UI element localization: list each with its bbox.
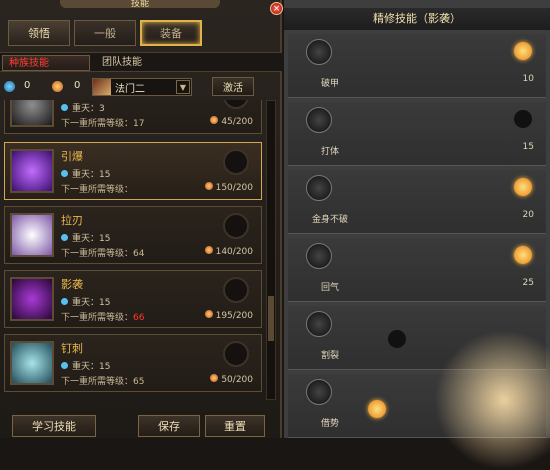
upgrade-slot[interactable]: [223, 277, 249, 303]
skill-list: 重天：3 下一重所需等级：17 45/200 引爆 重天：15 下一重所需等级：…: [4, 100, 264, 400]
skill-level: 重天：15: [61, 359, 110, 372]
star-icon: [368, 400, 386, 418]
refine-row[interactable]: 回气 25: [288, 238, 546, 302]
upgrade-slot[interactable]: [223, 341, 249, 367]
tab-general[interactable]: 一般: [74, 20, 136, 46]
blue-gem-icon: [4, 81, 15, 92]
refine-name: 借势: [320, 419, 339, 429]
upgrade-slot[interactable]: [223, 213, 249, 239]
refine-icon: [306, 379, 332, 405]
skill-icon: [10, 100, 54, 127]
skill-requirement: 下一重所需等级：66: [61, 313, 145, 323]
refine-icon: [306, 107, 332, 133]
subtab-team-skills[interactable]: 团队技能: [96, 55, 148, 71]
star-icon: [514, 246, 532, 264]
refine-icon: [306, 39, 332, 65]
skill-name: 拉刃: [61, 214, 83, 227]
blue-points: 0: [24, 80, 31, 91]
upgrade-slot[interactable]: [223, 100, 249, 109]
skill-name: 钉刺: [61, 342, 83, 355]
star-icon: [514, 42, 532, 60]
blade-icon: [10, 213, 54, 257]
subtab-race-skills[interactable]: 种族技能: [2, 55, 90, 71]
refine-skill-panel: 精修技能（影袭） 破甲 10 打体 15 金身不破 20 回气 25 割裂 借势: [284, 0, 550, 470]
refine-row[interactable]: 打体 15: [288, 102, 546, 166]
explosion-icon: [10, 149, 54, 193]
reset-button[interactable]: 重置: [205, 415, 265, 437]
skill-row-selected[interactable]: 引爆 重天：15 下一重所需等级： 150/200: [4, 142, 262, 200]
skill-row[interactable]: 钉刺 重天：15 下一重所需等级：65 50/200: [4, 334, 262, 392]
refine-icon: [306, 311, 332, 337]
refine-panel-title: 精修技能（影袭）: [284, 8, 550, 30]
refine-row[interactable]: 破甲 10: [288, 34, 546, 98]
skill-panel: 技能 领悟 一般 装备 种族技能 团队技能 0 0 法门二 ▼ 激活 重天：3 …: [0, 0, 283, 438]
refine-value: 20: [522, 210, 534, 220]
upgrade-slot[interactable]: [223, 149, 249, 175]
skill-requirement: 下一重所需等级：: [61, 185, 134, 195]
star-icon: [514, 178, 532, 196]
skill-level: 重天：15: [61, 231, 110, 244]
close-icon[interactable]: ×: [270, 2, 283, 15]
skill-list-scrollbar[interactable]: [266, 100, 276, 400]
star-icon: [388, 330, 406, 348]
skill-count: 150/200: [204, 182, 253, 193]
skill-level: 重天：15: [61, 295, 110, 308]
skill-count: 50/200: [210, 374, 253, 385]
skill-requirement: 下一重所需等级：64: [61, 249, 145, 259]
star-icon: [514, 110, 532, 128]
chevron-down-icon[interactable]: ▼: [176, 80, 190, 94]
method-select[interactable]: 法门二 ▼: [92, 78, 192, 96]
window-title: 技能: [60, 0, 220, 8]
refine-name: 破甲: [320, 79, 339, 89]
method-select-value: 法门二: [115, 83, 145, 95]
refine-name: 打体: [320, 147, 339, 157]
spike-icon: [10, 341, 54, 385]
refine-row[interactable]: 金身不破 20: [288, 170, 546, 234]
refine-icon: [306, 175, 332, 201]
skill-requirement: 下一重所需等级：65: [61, 377, 145, 387]
orange-points: 0: [74, 80, 81, 91]
refine-name: 割裂: [320, 351, 339, 361]
refine-value: 25: [522, 278, 534, 288]
refine-icon: [306, 243, 332, 269]
skill-level: 重天：3: [61, 101, 105, 114]
orange-gem-icon: [52, 81, 63, 92]
skill-row[interactable]: 重天：3 下一重所需等级：17 45/200: [4, 100, 262, 134]
learn-skill-button[interactable]: 学习技能: [12, 415, 96, 437]
skill-level: 重天：15: [61, 167, 110, 180]
skill-count: 45/200: [210, 116, 253, 127]
refine-value: 10: [522, 74, 534, 84]
scroll-thumb[interactable]: [268, 296, 274, 341]
skill-name: 引爆: [61, 150, 83, 163]
shadow-icon: [10, 277, 54, 321]
main-tabs: 领悟 一般 装备: [8, 20, 202, 46]
save-button[interactable]: 保存: [138, 415, 200, 437]
skill-name: 影袭: [61, 278, 83, 291]
sword-icon: [93, 79, 111, 95]
tab-comprehend[interactable]: 领悟: [8, 20, 70, 46]
skill-count: 195/200: [204, 310, 253, 321]
refine-name: 回气: [320, 283, 339, 293]
skill-count: 140/200: [204, 246, 253, 257]
refine-name: 金身不破: [311, 215, 348, 225]
resource-bar: 0 0 法门二 ▼ 激活: [0, 76, 282, 98]
tab-equip[interactable]: 装备: [140, 20, 202, 46]
skill-row[interactable]: 影袭 重天：15 下一重所需等级：66 195/200: [4, 270, 262, 328]
refine-value: 15: [522, 142, 534, 152]
skill-requirement: 下一重所需等级：17: [61, 119, 145, 129]
sub-tabs: 种族技能 团队技能: [0, 52, 282, 72]
skill-row[interactable]: 拉刃 重天：15 下一重所需等级：64 140/200: [4, 206, 262, 264]
activate-button[interactable]: 激活: [212, 77, 254, 96]
